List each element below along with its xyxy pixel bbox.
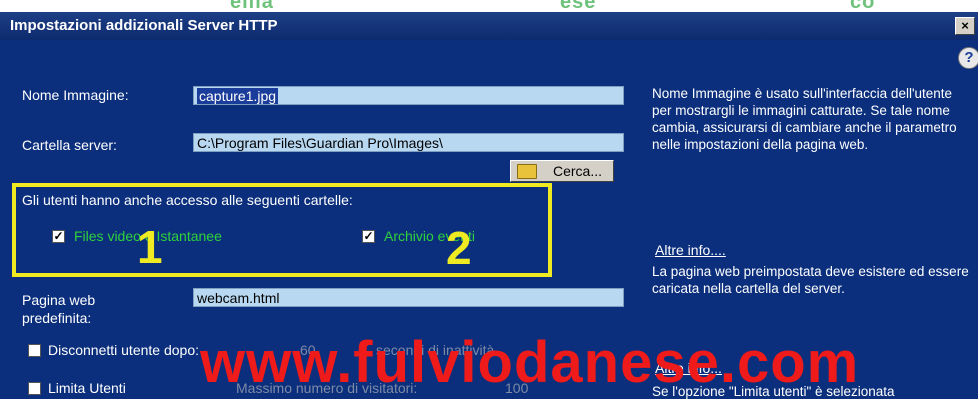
server-folder-input[interactable]: C:\Program Files\Guardian Pro\Images\ — [193, 133, 624, 152]
annotation-marker-2: 2 — [446, 222, 472, 274]
image-name-value: capture1.jpg — [197, 88, 279, 104]
help-button[interactable]: ? — [958, 47, 978, 69]
disconnect-label: Disconnetti utente dopo: — [48, 342, 199, 358]
window-title: Impostazioni addizionali Server HTTP — [10, 17, 278, 34]
browse-button[interactable]: Cerca... — [510, 160, 614, 182]
annotation-marker-1: 1 — [137, 221, 163, 273]
disconnect-checkbox[interactable] — [28, 344, 41, 357]
limit-users-label: Limita Utenti — [48, 380, 126, 396]
image-name-input[interactable]: capture1.jpg — [193, 86, 624, 105]
image-name-help-text: Nome Immagine è usato sull'interfaccia d… — [652, 86, 957, 152]
folder-icon — [517, 164, 537, 179]
server-folder-label: Cartella server: — [22, 137, 117, 153]
default-page-help-text: La pagina web preimpostata deve esistere… — [652, 264, 969, 296]
more-info-link-1[interactable]: Altre info.... — [655, 242, 726, 258]
default-page-label: Pagina web — [22, 292, 96, 308]
site-watermark: www.fulviodanese.com — [200, 330, 860, 395]
browse-button-label: Cerca... — [553, 163, 603, 179]
default-page-input[interactable]: webcam.html — [193, 288, 624, 307]
image-name-label: Nome Immagine: — [22, 87, 129, 103]
close-button[interactable]: × — [955, 17, 975, 35]
window-titlebar: Impostazioni addizionali Server HTTP × — [0, 12, 978, 40]
limit-users-checkbox[interactable] — [28, 382, 41, 395]
default-page-label-line2: predefinita: — [22, 310, 92, 326]
